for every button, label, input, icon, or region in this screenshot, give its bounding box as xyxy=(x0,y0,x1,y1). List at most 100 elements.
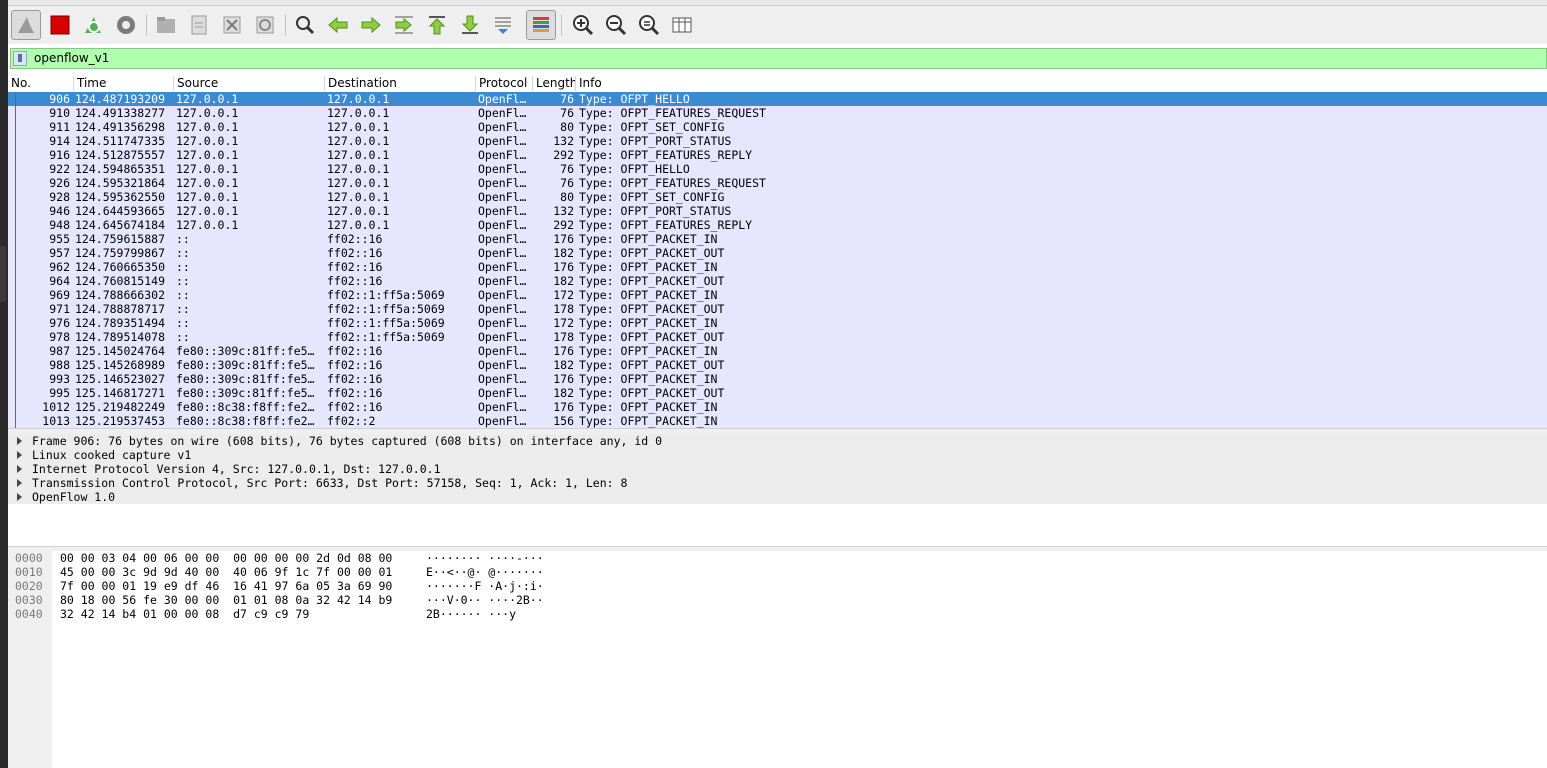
column-protocol[interactable]: Protocol xyxy=(476,76,533,91)
restart-icon[interactable] xyxy=(78,10,108,40)
packet-source: 127.0.0.1 xyxy=(176,218,239,232)
detail-tree-item[interactable]: OpenFlow 1.0 xyxy=(8,490,1547,504)
hex-hex[interactable]: 45 00 00 3c 9d 9d 40 00 40 06 9f 1c 7f 0… xyxy=(60,565,392,579)
packet-info: Type: OFPT_PACKET_OUT xyxy=(579,246,725,260)
hex-hex[interactable]: 7f 00 00 01 19 e9 df 46 16 41 97 6a 05 3… xyxy=(60,579,392,593)
expand-arrow-icon[interactable] xyxy=(17,437,22,445)
go-forward-icon[interactable] xyxy=(356,10,386,40)
close-file-icon[interactable] xyxy=(217,10,247,40)
packet-row[interactable]: 948 124.645674184 127.0.0.1 127.0.0.1 OpenFl… xyxy=(8,218,1547,232)
packet-row[interactable]: 962 124.760665350:: ff02::16 OpenFl… 176 Type… xyxy=(8,260,1547,274)
go-last-icon[interactable] xyxy=(455,10,485,40)
packet-row[interactable]: 926 124.595321864 127.0.0.1 127.0.0.1 OpenFl… xyxy=(8,176,1547,190)
colorize-icon[interactable] xyxy=(526,10,556,40)
column-time[interactable]: Time xyxy=(74,76,174,91)
packet-no: 916 xyxy=(49,148,70,162)
packet-row[interactable]: 976 124.789351494:: ff02::1:ff5a:5069 OpenF… xyxy=(8,316,1547,330)
packet-row[interactable]: 916 124.512875557 127.0.0.1 127.0.0.1 OpenFl… xyxy=(8,148,1547,162)
capture-options-icon[interactable] xyxy=(111,10,141,40)
expand-arrow-icon[interactable] xyxy=(17,479,22,487)
expand-arrow-icon[interactable] xyxy=(17,493,22,501)
resize-columns-icon[interactable] xyxy=(667,10,697,40)
save-file-icon[interactable] xyxy=(184,10,214,40)
packet-protocol: OpenFl… xyxy=(478,330,527,344)
packet-row[interactable]: 922 124.594865351 127.0.0.1 127.0.0.1 OpenFl… xyxy=(8,162,1547,176)
go-back-icon[interactable] xyxy=(323,10,353,40)
expand-arrow-icon[interactable] xyxy=(17,465,22,473)
packet-list: 906 124.487193209 127.0.0.1 127.0.0.1 OpenFl… xyxy=(8,92,1547,428)
packet-row[interactable]: 993 125.146523027 fe80::309c:81ff:fe5… ff02… xyxy=(8,372,1547,386)
hex-ascii[interactable]: ·······F ·A·j·:i· xyxy=(426,579,544,593)
packet-no: 964 xyxy=(49,274,70,288)
packet-time: 124.511747335 xyxy=(75,134,166,148)
open-file-icon[interactable] xyxy=(151,10,181,40)
packet-row[interactable]: 995 125.146817271 fe80::309c:81ff:fe5… ff02… xyxy=(8,386,1547,400)
column-length[interactable]: Length xyxy=(533,76,576,91)
hex-ascii[interactable]: E··<··@· @······· xyxy=(426,565,544,579)
packet-source: fe80::309c:81ff:fe5… xyxy=(176,344,315,358)
packet-row[interactable]: 911 124.491356298 127.0.0.1 127.0.0.1 OpenFl… xyxy=(8,120,1547,134)
packet-info: Type: OFPT_FEATURES_REPLY xyxy=(579,148,753,162)
packet-info: Type: OFPT_FEATURES_REPLY xyxy=(579,218,753,232)
normal-size-icon[interactable] xyxy=(634,10,664,40)
packet-row[interactable]: 946 124.644593665 127.0.0.1 127.0.0.1 OpenFl… xyxy=(8,204,1547,218)
packet-row-selected[interactable]: 906 124.487193209 127.0.0.1 127.0.0.1 OpenFl… xyxy=(8,92,1547,106)
packet-info: Type: OFPT_HELLO xyxy=(579,92,690,106)
packet-info: Type: OFPT_PORT_STATUS xyxy=(579,134,732,148)
packet-row[interactable]: 928 124.595362550 127.0.0.1 127.0.0.1 OpenFl… xyxy=(8,190,1547,204)
packet-row[interactable]: 969 124.788666302:: ff02::1:ff5a:5069 OpenF… xyxy=(8,288,1547,302)
detail-tree-item[interactable]: Transmission Control Protocol, Src Port:… xyxy=(8,476,1547,490)
packet-length: 172 xyxy=(553,288,574,302)
packet-row[interactable]: 978 124.789514078:: ff02::1:ff5a:5069 OpenF… xyxy=(8,330,1547,344)
packet-row[interactable]: 955 124.759615887:: ff02::16 OpenFl… 176 Type… xyxy=(8,232,1547,246)
packet-protocol: OpenFl… xyxy=(478,414,527,428)
display-filter-input[interactable]: openflow_v1 xyxy=(34,51,109,65)
packet-destination: 127.0.0.1 xyxy=(327,148,390,162)
packet-row[interactable]: 1012 125.219482249 fe80::8c38:f8ff:fe2… ff0… xyxy=(8,400,1547,414)
column-info[interactable]: Info xyxy=(576,76,1547,91)
bookmark-icon[interactable] xyxy=(13,51,27,66)
packet-row[interactable]: 971 124.788878717:: ff02::1:ff5a:5069 OpenF… xyxy=(8,302,1547,316)
detail-tree-item[interactable]: Linux cooked capture v1 xyxy=(8,448,1547,462)
go-first-icon[interactable] xyxy=(422,10,452,40)
hex-ascii[interactable]: ········ ····-··· xyxy=(426,551,544,565)
hex-hex[interactable]: 80 18 00 56 fe 30 00 00 01 01 08 0a 32 4… xyxy=(60,593,392,607)
packet-length: 80 xyxy=(560,120,574,134)
zoom-out-icon[interactable] xyxy=(601,10,631,40)
packet-row[interactable]: 1013 125.219537453 fe80::8c38:f8ff:fe2… ff0… xyxy=(8,414,1547,428)
packet-length: 132 xyxy=(553,134,574,148)
hex-hex[interactable]: 32 42 14 b4 01 00 00 08 d7 c9 c9 79 xyxy=(60,607,309,621)
zoom-in-icon[interactable] xyxy=(568,10,598,40)
go-to-packet-icon[interactable] xyxy=(389,10,419,40)
packet-row[interactable]: 987 125.145024764 fe80::309c:81ff:fe5… ff02… xyxy=(8,344,1547,358)
packet-protocol: OpenFl… xyxy=(478,316,527,330)
detail-text: Linux cooked capture v1 xyxy=(32,448,192,462)
hex-ascii[interactable]: ···V·0·· ····2B·· xyxy=(426,593,544,607)
packet-row[interactable]: 964 124.760815149:: ff02::16 OpenFl… 182 Type… xyxy=(8,274,1547,288)
detail-tree-item[interactable]: Internet Protocol Version 4, Src: 127.0.… xyxy=(8,462,1547,476)
find-packet-icon[interactable] xyxy=(290,10,320,40)
packet-time: 124.595321864 xyxy=(75,176,166,190)
hex-offset: 0000 xyxy=(15,551,43,565)
stop-icon[interactable] xyxy=(45,10,75,40)
autoscroll-icon[interactable] xyxy=(488,10,518,40)
reload-file-icon[interactable] xyxy=(250,10,280,40)
packet-no: 911 xyxy=(49,120,70,134)
packet-row[interactable]: 910 124.491338277 127.0.0.1 127.0.0.1 OpenFl… xyxy=(8,106,1547,120)
column-destination[interactable]: Destination xyxy=(325,76,476,91)
hex-ascii[interactable]: 2B······ ···y xyxy=(426,607,516,621)
hex-hex[interactable]: 00 00 03 04 00 06 00 00 00 00 00 00 2d 0… xyxy=(60,551,392,565)
packet-row[interactable]: 957 124.759799867:: ff02::16 OpenFl… 182 Type… xyxy=(8,246,1547,260)
packet-row[interactable]: 988 125.145268989 fe80::309c:81ff:fe5… ff02… xyxy=(8,358,1547,372)
expand-arrow-icon[interactable] xyxy=(17,451,22,459)
shark-fin-icon[interactable] xyxy=(11,10,41,40)
packet-no: 928 xyxy=(49,190,70,204)
packet-protocol: OpenFl… xyxy=(478,232,527,246)
display-filter-bar[interactable]: openflow_v1 xyxy=(10,48,1547,69)
packet-no: 993 xyxy=(49,372,70,386)
packet-row[interactable]: 914 124.511747335 127.0.0.1 127.0.0.1 OpenFl… xyxy=(8,134,1547,148)
column-no[interactable]: No. xyxy=(8,76,74,91)
detail-tree-item[interactable]: Frame 906: 76 bytes on wire (608 bits), … xyxy=(8,434,1547,448)
packet-time: 124.760665350 xyxy=(75,260,166,274)
column-source[interactable]: Source xyxy=(174,76,325,91)
